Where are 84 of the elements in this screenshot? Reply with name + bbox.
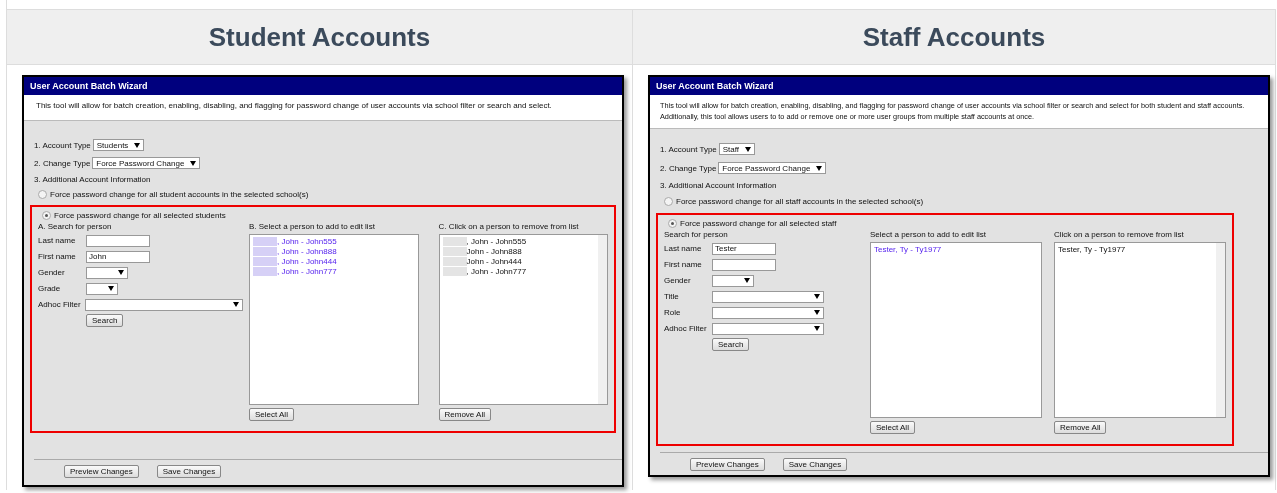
text-field[interactable]	[712, 258, 776, 271]
window-title: User Account Batch Wizard	[24, 77, 622, 95]
caret-icon	[190, 160, 197, 166]
field-label: Adhoc Filter	[38, 300, 82, 309]
radio-button[interactable]	[664, 197, 673, 206]
list-item[interactable]: , John - John555	[277, 237, 337, 246]
field-label: Gender	[664, 276, 692, 285]
action-button[interactable]: Preview Changes	[690, 458, 765, 471]
dropdown[interactable]	[86, 266, 128, 279]
list-item[interactable]: Tester, Ty - Ty1977	[1058, 245, 1126, 254]
text-field[interactable]: Tester	[712, 242, 776, 255]
list-item[interactable]: , John - John555	[466, 237, 527, 246]
list-item[interactable]: , John - John777	[466, 267, 527, 276]
option-label: Force password change for all selected students	[54, 211, 226, 220]
field-label: Adhoc Filter	[664, 324, 708, 333]
field-label: 1. Account Type	[34, 140, 91, 150]
field-label: First name	[664, 260, 703, 269]
field-label: 1. Account Type	[660, 144, 717, 154]
selected-list[interactable]: , John - John555 John - John888 John - John444 , John - John777	[438, 234, 608, 405]
field-label: 2. Change Type	[660, 163, 717, 173]
select-all-button[interactable]: Select All	[870, 421, 915, 434]
dropdown[interactable]	[86, 282, 118, 295]
list-item[interactable]: , John - John444	[277, 257, 337, 266]
option-label: Force password change for all student accounts in the selected school(s)	[50, 190, 309, 199]
list-heading: C. Click on a person to remove from list	[438, 222, 580, 231]
option-label: Force password change for all selected staff	[680, 219, 837, 228]
list-item[interactable]: Tester, Ty - Ty1977	[874, 245, 942, 254]
text-field[interactable]	[86, 234, 150, 247]
dropdown[interactable]: Force Password Change	[718, 162, 827, 174]
dropdown[interactable]: Force Password Change	[92, 157, 201, 169]
dropdown[interactable]	[712, 274, 754, 287]
list-item[interactable]: , John - John777	[277, 267, 337, 276]
window-title: User Account Batch Wizard	[650, 77, 1268, 95]
scrollbar[interactable]	[598, 235, 607, 404]
field-label: Last name	[664, 244, 703, 253]
field-label: First name	[38, 252, 77, 261]
column-heading: Student Accounts	[7, 9, 633, 65]
section-label: 3. Additional Account Information	[660, 181, 777, 190]
results-list[interactable]: Tester, Ty - Ty1977	[870, 242, 1042, 418]
caret-icon	[814, 326, 820, 331]
list-item[interactable]: , John - John888	[277, 247, 337, 256]
search-heading: Search for person	[664, 230, 729, 239]
caret-icon	[814, 310, 820, 315]
search-heading: A. Search for person	[38, 222, 113, 231]
caret-icon	[108, 286, 114, 291]
search-button[interactable]: Search	[712, 338, 750, 351]
field-label: Title	[664, 292, 680, 301]
field-label: Last name	[38, 236, 77, 245]
list-heading: Select a person to add to edit list	[870, 230, 988, 239]
scrollbar[interactable]	[1216, 243, 1225, 417]
selected-list[interactable]: Tester, Ty - Ty1977	[1054, 242, 1226, 418]
dropdown[interactable]: Students	[92, 139, 145, 151]
column-heading: Staff Accounts	[633, 9, 1276, 65]
section-label: 3. Additional Account Information	[34, 175, 151, 184]
caret-icon	[745, 146, 752, 152]
action-button[interactable]: Save Changes	[156, 465, 222, 478]
option-label: Force password change for all staff accounts in the selected school(s)	[676, 197, 924, 206]
caret-icon	[744, 278, 750, 283]
radio-button[interactable]	[668, 219, 677, 228]
text-field[interactable]: John	[86, 250, 150, 263]
caret-icon	[134, 142, 141, 148]
search-button[interactable]: Search	[86, 314, 124, 327]
list-item[interactable]: John - John888	[466, 247, 522, 256]
list-heading: B. Select a person to add to edit list	[249, 222, 376, 231]
field-label: Grade	[38, 284, 62, 293]
results-list[interactable]: , John - John555 , John - John888 , John - John444 , John - John777	[249, 234, 419, 405]
action-button[interactable]: Preview Changes	[64, 465, 139, 478]
radio-button[interactable]	[38, 190, 47, 199]
caret-icon	[233, 302, 239, 307]
remove-all-button[interactable]: Remove All	[1054, 421, 1107, 434]
caret-icon	[118, 270, 124, 275]
radio-button[interactable]	[42, 211, 51, 220]
remove-all-button[interactable]: Remove All	[438, 408, 491, 421]
caret-icon	[814, 294, 820, 299]
description-text: This tool will allow for batch creation, enabling, disabling, and flagging for password change of user accounts via school filter or search and select.	[36, 101, 553, 110]
field-label: Role	[664, 308, 682, 317]
list-item[interactable]: John - John444	[466, 257, 522, 266]
action-button[interactable]: Save Changes	[782, 458, 848, 471]
field-label: 2. Change Type	[34, 158, 91, 168]
caret-icon	[816, 165, 823, 171]
field-label: Gender	[38, 268, 66, 277]
select-all-button[interactable]: Select All	[249, 408, 294, 421]
dropdown[interactable]: Staff	[718, 143, 756, 155]
list-heading: Click on a person to remove from list	[1054, 230, 1185, 239]
